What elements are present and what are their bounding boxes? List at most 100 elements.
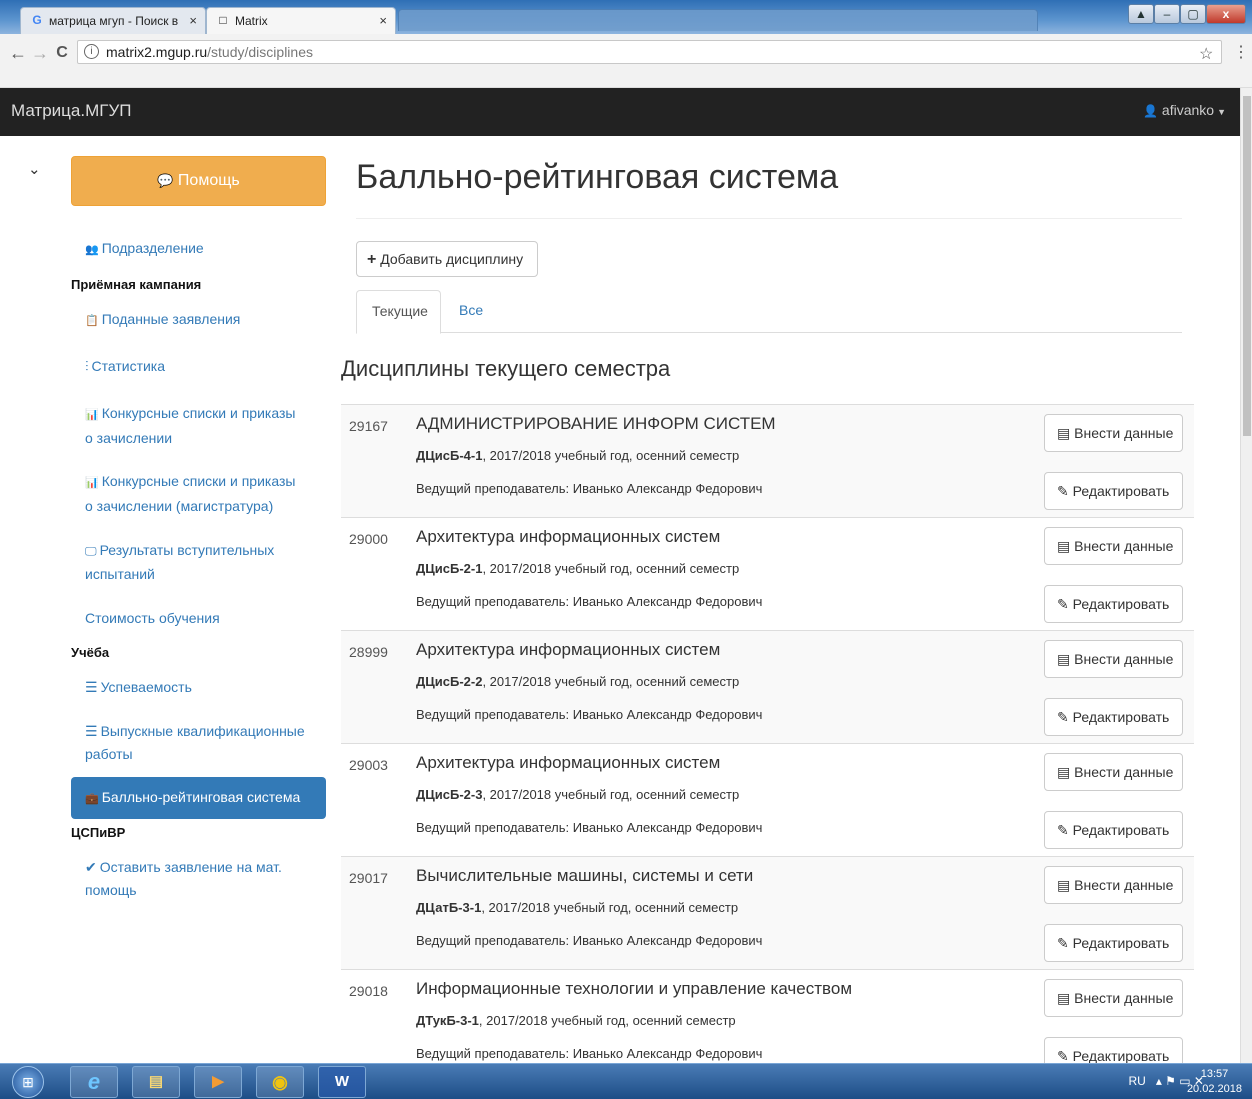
tab-current[interactable]: Текущие: [356, 290, 441, 334]
comment-icon: 💬: [157, 173, 174, 188]
edit-label: Редактировать: [1072, 1048, 1170, 1064]
sidebar-item-label-cont: работы: [85, 746, 133, 762]
list-alt-icon: ▤: [1057, 990, 1071, 1006]
enter-data-button[interactable]: ▤ Внести данные: [1044, 527, 1183, 565]
edit-button[interactable]: ✎ Редактировать: [1044, 472, 1183, 510]
tab-all[interactable]: Все: [444, 290, 498, 333]
sidebar-section-admission: Приёмная кампания: [71, 277, 202, 292]
discipline-list: 29167 АДМИНИСТРИРОВАНИЕ ИНФОРМ СИСТЕМ ДЦис…: [341, 404, 1194, 1082]
sliders-icon: ⫶: [85, 358, 89, 374]
sidebar-item-applications[interactable]: 📋 Поданные заявления: [85, 308, 310, 333]
enter-data-label: Внести данные: [1074, 651, 1174, 667]
url-path: /study/disciplines: [207, 44, 313, 60]
tab-search[interactable]: G матрица мгуп - Поиск в ×: [20, 7, 206, 34]
term-text: , 2017/2018 учебный год, осенний семестр: [482, 561, 740, 576]
scrollbar-thumb[interactable]: [1243, 96, 1251, 436]
help-button[interactable]: 💬 Помощь: [71, 156, 326, 206]
list-alt-icon: ▤: [1057, 764, 1071, 780]
back-icon[interactable]: ←: [8, 43, 28, 64]
vertical-scrollbar[interactable]: [1240, 88, 1252, 1063]
edit-label: Редактировать: [1072, 822, 1170, 838]
language-indicator[interactable]: RU: [1128, 1074, 1145, 1088]
list-alt-icon: ▤: [1057, 425, 1071, 441]
clock-date: 20.02.2018: [1186, 1083, 1242, 1095]
close-tab-icon[interactable]: ×: [189, 13, 197, 28]
enter-data-button[interactable]: ▤ Внести данные: [1044, 640, 1183, 678]
help-label: Помощь: [177, 172, 240, 189]
edit-button[interactable]: ✎ Редактировать: [1044, 585, 1183, 623]
users-icon: 👥: [85, 244, 99, 256]
discipline-id: 29018: [349, 983, 388, 999]
sidebar-item-competition-lists[interactable]: 📊 Конкурсные списки и приказы о зачислени…: [85, 402, 310, 450]
enter-data-button[interactable]: ▤ Внести данные: [1044, 753, 1183, 791]
brand-link[interactable]: Матрица.МГУП: [11, 101, 131, 121]
address-bar: ← → C i matrix2.mgup.ru/study/discipline…: [0, 34, 1252, 88]
chrome-icon[interactable]: ◉: [256, 1066, 304, 1098]
edit-button[interactable]: ✎ Редактировать: [1044, 698, 1183, 736]
sidebar-item-label: Успеваемость: [100, 679, 192, 695]
sidebar-item-progress[interactable]: ☰ Успеваемость: [85, 676, 310, 699]
forward-icon[interactable]: →: [30, 43, 50, 64]
discipline-group-term: ДЦисБ-2-2, 2017/2018 учебный год, осенни…: [416, 674, 739, 689]
sidebar-item-financial-aid[interactable]: ✔ Оставить заявление на мат. помощь: [85, 856, 310, 902]
close-tab-icon[interactable]: ×: [379, 13, 387, 28]
title-divider: [356, 218, 1182, 219]
sidebar-item-division[interactable]: 👥 Подразделение: [85, 237, 310, 262]
monitor-icon: 🖵: [85, 544, 97, 558]
discipline-name: АДМИНИСТРИРОВАНИЕ ИНФОРМ СИСТЕМ: [416, 414, 776, 433]
reload-icon[interactable]: C: [52, 44, 72, 62]
url-input[interactable]: i matrix2.mgup.ru/study/disciplines: [77, 40, 1222, 64]
ie-icon[interactable]: e: [70, 1066, 118, 1098]
term-text: , 2017/2018 учебный год, осенний семестр: [482, 787, 740, 802]
start-button[interactable]: ⊞: [12, 1066, 44, 1098]
list-icon: ☰: [85, 679, 98, 695]
sidebar-item-tuition[interactable]: Стоимость обучения: [85, 607, 310, 630]
enter-data-button[interactable]: ▤ Внести данные: [1044, 414, 1183, 452]
sidebar-item-label: Конкурсные списки и приказы: [101, 473, 296, 489]
sidebar-item-competition-lists-master[interactable]: 📊 Конкурсные списки и приказы о зачислени…: [85, 470, 310, 518]
minimize-button[interactable]: –: [1154, 4, 1180, 24]
tab-matrix[interactable]: □ Matrix ×: [206, 7, 396, 34]
explorer-icon[interactable]: ▤: [132, 1066, 180, 1098]
enter-data-label: Внести данные: [1074, 764, 1174, 780]
group-code: ДЦатБ-3-1: [416, 900, 482, 915]
app-navbar: Матрица.МГУП 👤 afivanko ▼: [0, 88, 1240, 136]
background-window-tab[interactable]: [398, 9, 1038, 31]
enter-data-button[interactable]: ▤ Внести данные: [1044, 866, 1183, 904]
edit-button[interactable]: ✎ Редактировать: [1044, 924, 1183, 962]
sidebar-item-thesis[interactable]: ☰ Выпускные квалификационные работы: [85, 720, 310, 766]
page-title: Балльно-рейтинговая система: [356, 158, 839, 196]
sidebar-item-rating-system[interactable]: 💼 Балльно-рейтинговая система: [71, 777, 326, 819]
discipline-group-term: ДЦатБ-3-1, 2017/2018 учебный год, осенни…: [416, 900, 738, 915]
list-icon: ☰: [85, 723, 98, 739]
lead-teacher: Ведущий преподаватель: Иванько Александр…: [416, 933, 763, 948]
discipline-id: 29017: [349, 870, 388, 886]
maximize-button[interactable]: ▢: [1180, 4, 1206, 24]
discipline-id: 29000: [349, 531, 388, 547]
add-discipline-label: Добавить дисциплину: [380, 251, 524, 267]
group-code: ДЦисБ-2-1: [416, 561, 483, 576]
edit-button[interactable]: ✎ Редактировать: [1044, 811, 1183, 849]
browser-menu-icon[interactable]: ⋮: [1233, 42, 1249, 62]
term-text: , 2017/2018 учебный год, осенний семестр: [482, 448, 740, 463]
media-player-icon[interactable]: ▶: [194, 1066, 242, 1098]
sidebar-item-exam-results[interactable]: 🖵 Результаты вступительных испытаний: [85, 539, 310, 586]
clock[interactable]: 13:57 20.02.2018: [1187, 1067, 1242, 1097]
url-host: matrix2.mgup.ru: [106, 44, 208, 60]
enter-data-label: Внести данные: [1074, 990, 1174, 1006]
chevron-down-icon[interactable]: ⌄: [28, 160, 41, 178]
close-window-button[interactable]: x: [1206, 4, 1246, 24]
word-icon[interactable]: W: [318, 1066, 366, 1098]
window-extra-button[interactable]: ▲: [1128, 4, 1154, 24]
user-menu[interactable]: 👤 afivanko ▼: [1143, 102, 1226, 118]
list-alt-icon: ▤: [1057, 538, 1071, 554]
edit-label: Редактировать: [1072, 709, 1170, 725]
enter-data-button[interactable]: ▤ Внести данные: [1044, 979, 1183, 1017]
sidebar-item-statistics[interactable]: ⫶ Статистика: [85, 355, 310, 378]
enter-data-label: Внести данные: [1074, 538, 1174, 554]
discipline-id: 29167: [349, 418, 388, 434]
enter-data-label: Внести данные: [1074, 877, 1174, 893]
bookmark-star-icon[interactable]: ☆: [1199, 44, 1213, 64]
add-discipline-button[interactable]: + Добавить дисциплину: [356, 241, 538, 277]
info-icon[interactable]: i: [84, 44, 99, 59]
